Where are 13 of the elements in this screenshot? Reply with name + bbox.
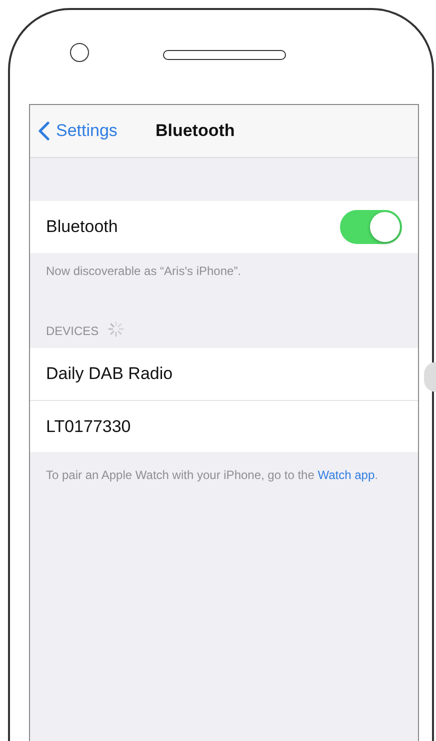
page-title: Bluetooth [155,121,235,141]
section-header: DEVICES [46,324,99,338]
camera-icon [70,43,89,62]
device-item[interactable]: LT0177330 [30,400,418,452]
speaker-icon [163,50,286,60]
chevron-left-icon [38,121,50,141]
device-item[interactable]: Daily DAB Radio [30,348,418,400]
setting-label: Bluetooth [46,217,118,237]
discoverable-note: Now discoverable as “Aris's iPhone”. [45,263,242,280]
back-button[interactable]: Settings [38,121,118,141]
watch-app-link[interactable]: Watch app [318,468,375,482]
bluetooth-toggle[interactable] [340,210,402,244]
pairing-note: To pair an Apple Watch with your iPhone, go to the Watch app. [45,467,379,484]
